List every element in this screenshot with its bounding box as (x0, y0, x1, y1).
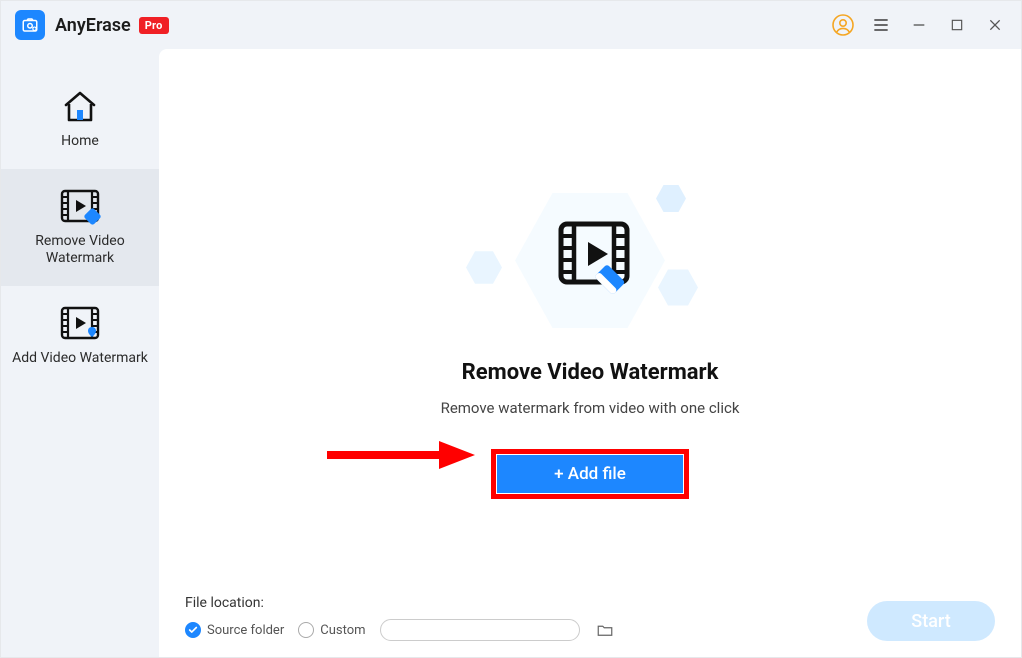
radio-label: Custom (320, 623, 365, 638)
app-logo-icon (15, 10, 45, 40)
sidebar-item-label: Remove Video Watermark (7, 233, 153, 268)
pro-badge: Pro (139, 17, 169, 34)
minimize-icon[interactable] (907, 13, 931, 37)
titlebar: AnyErase Pro (1, 1, 1021, 49)
sidebar-item-home[interactable]: Home (1, 69, 159, 169)
annotation-arrow-icon (325, 441, 475, 469)
home-icon (60, 87, 100, 127)
window-controls (831, 13, 1007, 37)
maximize-icon[interactable] (945, 13, 969, 37)
main-panel: Remove Video Watermark Remove watermark … (159, 49, 1021, 657)
file-location-section: File location: Source folder Custom (185, 595, 616, 641)
add-video-watermark-icon (59, 304, 101, 344)
app-name: AnyErase (55, 15, 131, 36)
radio-checked-icon (185, 622, 201, 638)
sidebar: Home Remove Video Watermark (1, 49, 159, 657)
footer: File location: Source folder Custom (185, 595, 995, 641)
hero-area: Remove Video Watermark Remove watermark … (185, 79, 995, 595)
source-folder-radio[interactable]: Source folder (185, 622, 284, 638)
close-icon[interactable] (983, 13, 1007, 37)
menu-icon[interactable] (869, 13, 893, 37)
browse-folder-icon[interactable] (594, 619, 616, 641)
user-account-icon[interactable] (831, 13, 855, 37)
app-window: AnyErase Pro (0, 0, 1022, 658)
radio-unchecked-icon (298, 622, 314, 638)
hero-title: Remove Video Watermark (462, 360, 719, 385)
video-erase-icon (555, 218, 641, 298)
sidebar-item-add-video-watermark[interactable]: Add Video Watermark (1, 286, 159, 386)
custom-path-input[interactable] (380, 619, 580, 641)
file-location-label: File location: (185, 595, 616, 611)
custom-folder-radio[interactable]: Custom (298, 622, 365, 638)
app-body: Home Remove Video Watermark (1, 49, 1021, 657)
sidebar-item-label: Add Video Watermark (12, 350, 148, 368)
sidebar-item-label: Home (61, 133, 99, 151)
sidebar-item-remove-video-watermark[interactable]: Remove Video Watermark (1, 169, 159, 286)
hero-subtitle: Remove watermark from video with one cli… (441, 399, 740, 417)
add-file-button[interactable]: + Add file (497, 455, 683, 493)
radio-label: Source folder (207, 623, 284, 638)
remove-video-watermark-icon (59, 187, 101, 227)
start-button[interactable]: Start (867, 601, 995, 641)
add-file-highlight: + Add file (491, 449, 689, 499)
hero-graphic (460, 176, 720, 346)
